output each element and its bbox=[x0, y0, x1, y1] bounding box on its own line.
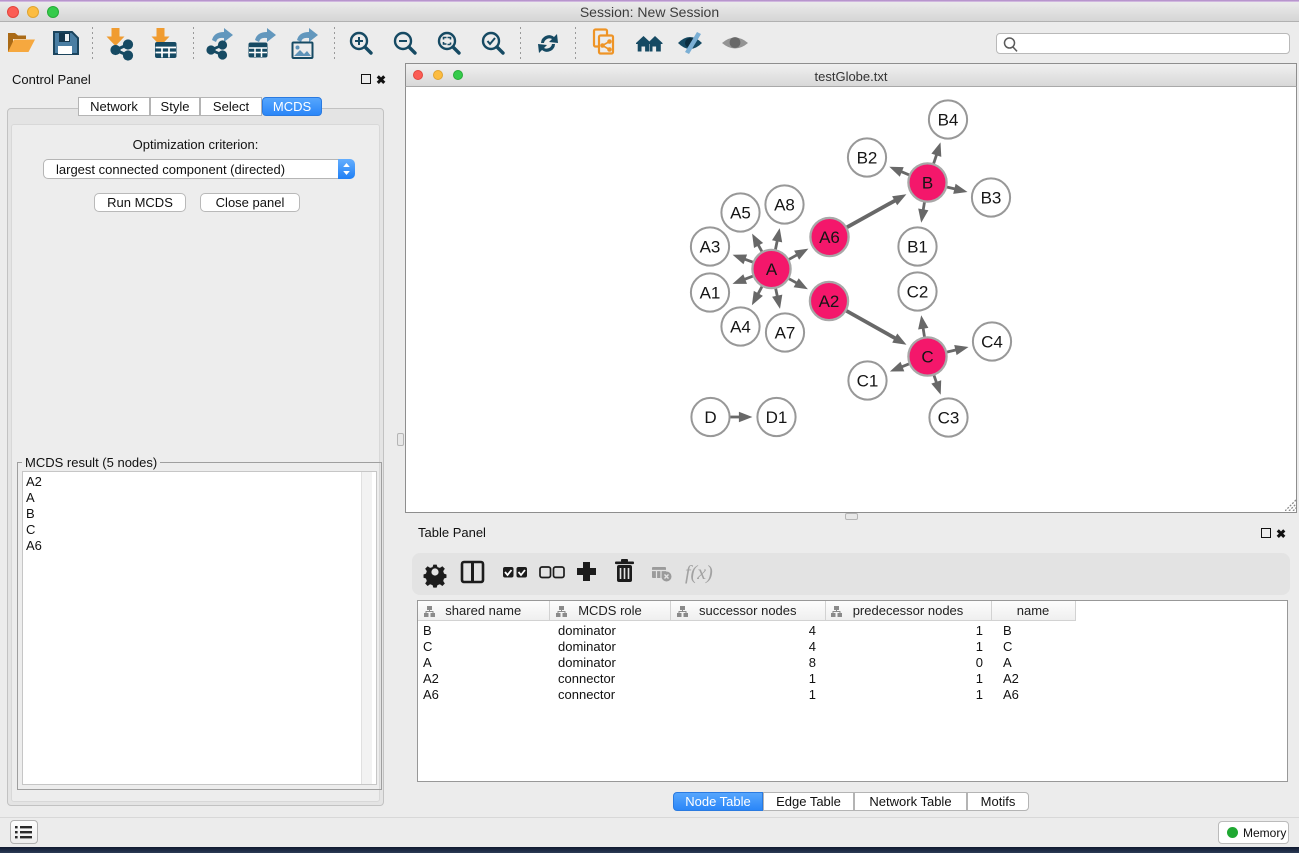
svg-text:C1: C1 bbox=[857, 372, 879, 391]
svg-text:B1: B1 bbox=[907, 238, 928, 257]
svg-text:A6: A6 bbox=[819, 228, 840, 247]
svg-text:A4: A4 bbox=[730, 318, 751, 337]
svg-text:f(x): f(x) bbox=[685, 562, 713, 584]
svg-text:A1: A1 bbox=[700, 284, 721, 303]
svg-text:B4: B4 bbox=[938, 111, 959, 130]
svg-text:A3: A3 bbox=[700, 238, 721, 257]
svg-text:A7: A7 bbox=[775, 324, 796, 343]
svg-text:C4: C4 bbox=[981, 333, 1003, 352]
svg-text:C: C bbox=[921, 348, 933, 367]
svg-text:A: A bbox=[766, 260, 778, 279]
svg-text:D1: D1 bbox=[766, 408, 788, 427]
svg-text:B: B bbox=[922, 174, 933, 193]
svg-text:B3: B3 bbox=[981, 189, 1002, 208]
svg-text:C2: C2 bbox=[907, 283, 929, 302]
svg-text:D: D bbox=[704, 408, 716, 427]
svg-text:A2: A2 bbox=[819, 292, 840, 311]
svg-text:C3: C3 bbox=[938, 409, 960, 428]
svg-text:B2: B2 bbox=[857, 149, 878, 168]
svg-text:A5: A5 bbox=[730, 204, 751, 223]
svg-text:A8: A8 bbox=[774, 196, 795, 215]
